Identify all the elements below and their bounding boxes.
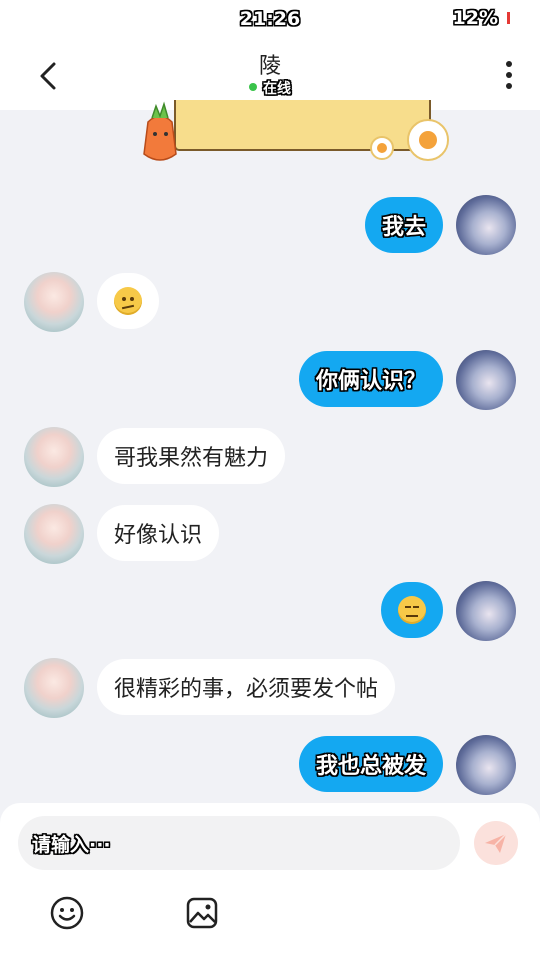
message-composer: 请输入··· [0, 803, 540, 960]
message-text: 你俩认识？ [315, 369, 426, 394]
send-icon[interactable] [474, 821, 518, 865]
input-placeholder: 请输入··· [32, 833, 111, 856]
my-avatar[interactable] [456, 581, 516, 641]
message-text: 我也总被发 [315, 754, 426, 779]
contact-avatar[interactable] [24, 504, 84, 564]
battery-icon [507, 12, 510, 24]
carrot-sticker [143, 100, 449, 161]
emoji-icon[interactable] [49, 895, 85, 931]
battery-level: 12% [452, 7, 498, 29]
message-input[interactable]: 请输入··· [18, 816, 460, 870]
contact-avatar[interactable] [24, 427, 84, 487]
outgoing-message[interactable]: 我也总被发 [298, 736, 443, 792]
outgoing-message[interactable] [381, 582, 443, 638]
message-text: 哥我果然有魅力 [114, 446, 269, 471]
outgoing-message[interactable]: 我去 [364, 197, 443, 253]
status-bar: 21:26 12% [0, 0, 540, 40]
contact-avatar[interactable] [24, 658, 84, 718]
message-text: 我去 [381, 215, 426, 240]
incoming-message[interactable]: 哥我果然有魅力 [97, 428, 286, 484]
outgoing-message[interactable]: 你俩认识？ [298, 351, 443, 407]
confused-face-emoji [114, 287, 142, 315]
incoming-message[interactable]: 好像认识 [97, 505, 220, 561]
message-text: 很精彩的事，必须要发个帖 [114, 677, 379, 702]
online-status-label: 在线 [263, 81, 291, 97]
online-dot-icon [249, 83, 257, 91]
online-status: 在线 [0, 78, 540, 98]
incoming-message[interactable] [97, 273, 159, 329]
my-avatar[interactable] [456, 195, 516, 255]
incoming-message[interactable]: 很精彩的事，必须要发个帖 [97, 659, 396, 715]
contact-avatar[interactable] [24, 272, 84, 332]
message-text: 好像认识 [114, 523, 203, 548]
more-vertical-icon[interactable] [504, 60, 514, 90]
image-icon[interactable] [184, 895, 220, 931]
my-avatar[interactable] [456, 350, 516, 410]
my-avatar[interactable] [456, 735, 516, 795]
contact-name: 陵 [258, 54, 281, 79]
expressionless-face-emoji [398, 596, 426, 624]
